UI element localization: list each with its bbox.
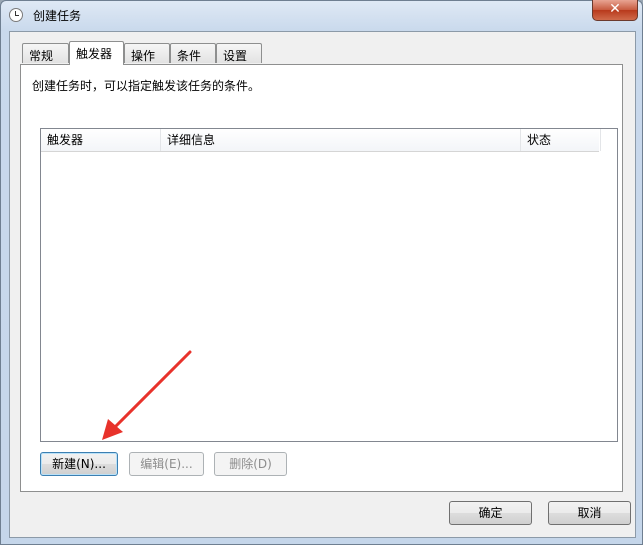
delete-trigger-button[interactable]: 删除(D) (214, 452, 287, 476)
close-button[interactable]: ✕ (592, 0, 638, 21)
panel-description: 创建任务时，可以指定触发该任务的条件。 (32, 79, 261, 93)
tab-triggers[interactable]: 触发器 (69, 41, 124, 65)
dialog-window: 创建任务 ✕ 常规 触发器 操作 条件 设置 创建任务时，可以指定触发该任务的条… (0, 0, 643, 545)
tab-panel-triggers: 创建任务时，可以指定触发该任务的条件。 触发器 详细信息 状态 新建(N)...… (20, 64, 623, 492)
clock-icon (9, 8, 23, 22)
new-trigger-button[interactable]: 新建(N)... (40, 452, 118, 476)
column-header-trigger[interactable]: 触发器 (41, 129, 161, 151)
cancel-button[interactable]: 取消 (548, 501, 631, 525)
column-header-details[interactable]: 详细信息 (161, 129, 521, 151)
tab-conditions[interactable]: 条件 (170, 43, 216, 63)
dialog-body: 常规 触发器 操作 条件 设置 创建任务时，可以指定触发该任务的条件。 触发器 … (9, 31, 636, 538)
tab-settings[interactable]: 设置 (216, 43, 262, 63)
tab-general[interactable]: 常规 (22, 43, 69, 63)
title-bar[interactable]: 创建任务 ✕ (1, 0, 642, 29)
ok-button[interactable]: 确定 (449, 501, 532, 525)
list-header: 触发器 详细信息 状态 (41, 129, 601, 152)
tab-actions[interactable]: 操作 (124, 43, 170, 63)
column-header-status[interactable]: 状态 (521, 129, 601, 151)
window-title: 创建任务 (33, 9, 82, 23)
trigger-list[interactable]: 触发器 详细信息 状态 (40, 128, 618, 442)
edit-trigger-button[interactable]: 编辑(E)... (129, 452, 204, 476)
